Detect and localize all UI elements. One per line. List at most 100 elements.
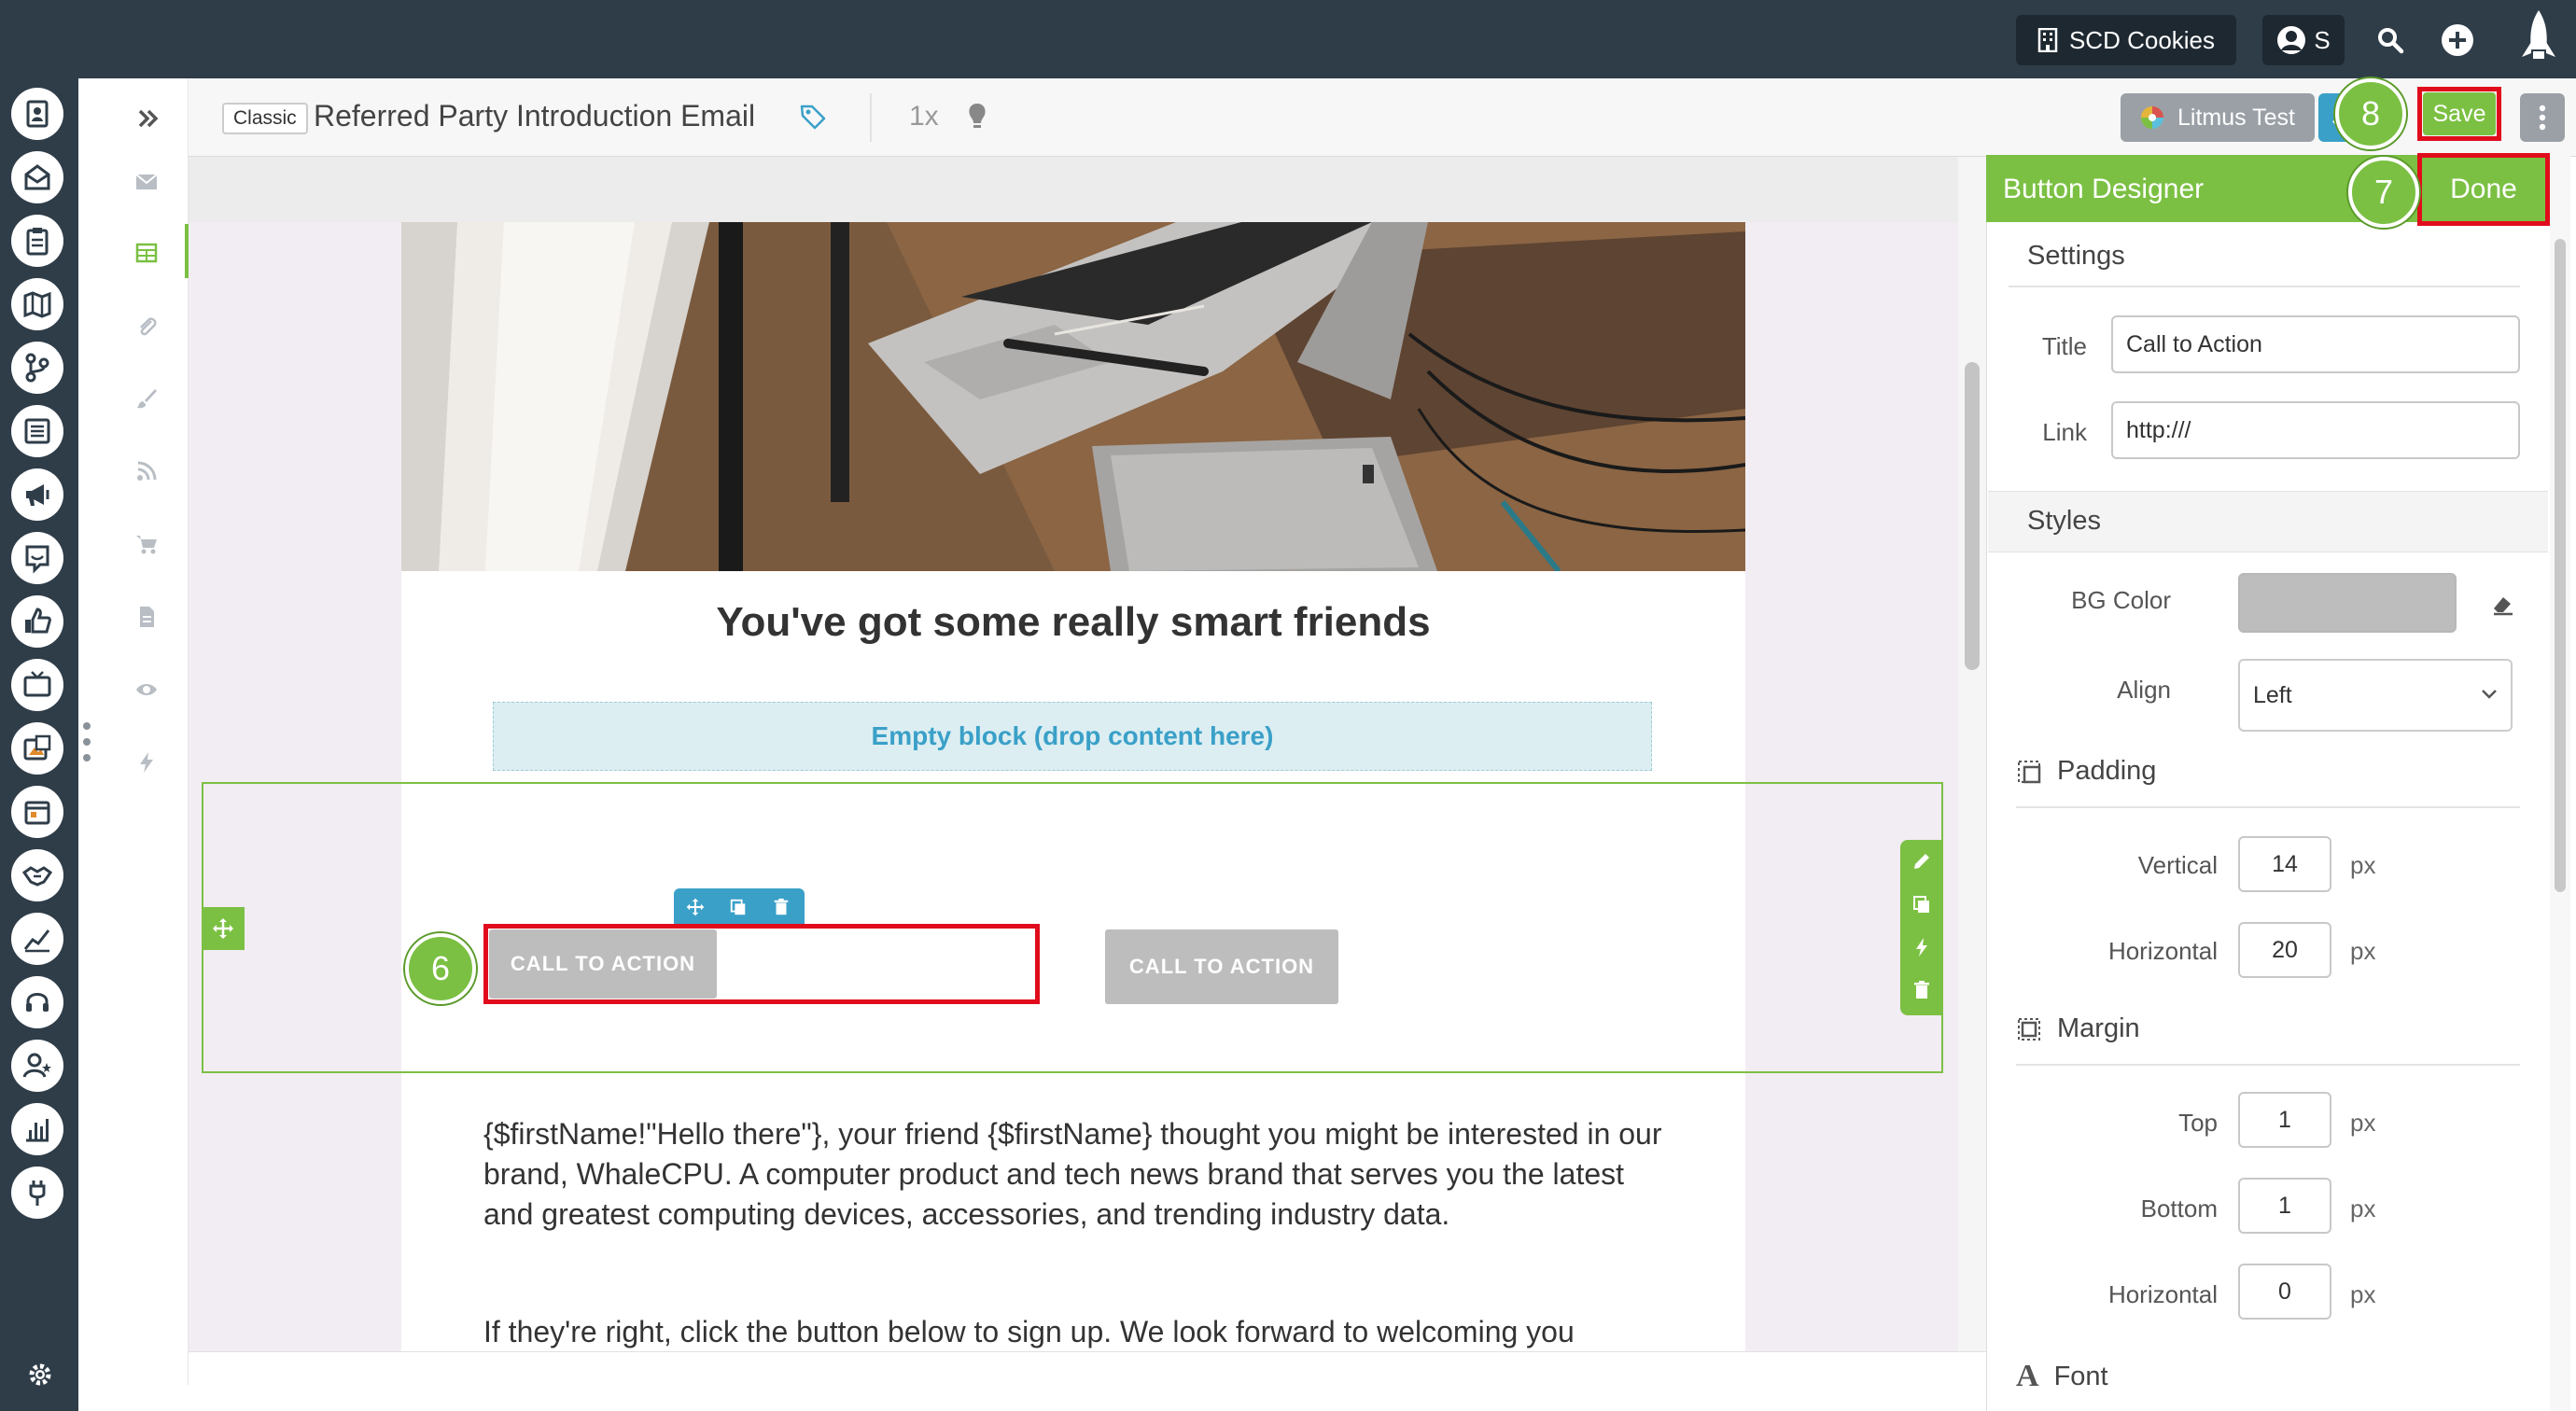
- padding-label: Padding: [2057, 756, 2157, 786]
- rocket-icon[interactable]: [2511, 4, 2567, 73]
- cart-icon[interactable]: [134, 532, 159, 556]
- expand-chevrons-icon[interactable]: [134, 105, 162, 133]
- litmus-test-button[interactable]: Litmus Test: [2121, 93, 2315, 142]
- header-divider: [870, 93, 872, 142]
- lists-nav-icon[interactable]: [11, 405, 63, 457]
- duplicate-icon[interactable]: [1900, 883, 1943, 926]
- chevron-down-icon: [2482, 690, 2497, 699]
- contacts-nav-icon[interactable]: [11, 88, 63, 140]
- social-thumbs-up-icon[interactable]: [11, 595, 63, 648]
- padding-vertical-unit: px: [2350, 851, 2376, 879]
- canvas-scrollbar-track[interactable]: [1958, 157, 1986, 1351]
- block-duplicate-icon[interactable]: [717, 888, 760, 926]
- row-toolbar: [1900, 840, 1943, 1015]
- bg-color-label: BG Color: [2071, 586, 2171, 614]
- building-icon: [2037, 28, 2058, 52]
- link-input[interactable]: http:///: [2111, 401, 2520, 459]
- margin-top-input[interactable]: 1: [2238, 1092, 2331, 1148]
- margin-icon: [2018, 1017, 2040, 1041]
- title-input[interactable]: Call to Action: [2111, 315, 2520, 373]
- forms-nav-icon[interactable]: [11, 215, 63, 267]
- brush-icon[interactable]: [134, 386, 159, 411]
- media-tv-icon[interactable]: [11, 659, 63, 711]
- integrations-plug-icon[interactable]: [11, 1167, 63, 1219]
- eye-icon[interactable]: [134, 678, 159, 702]
- align-select[interactable]: Left: [2238, 659, 2513, 732]
- email-heading[interactable]: You've got some really smart friends: [401, 599, 1745, 646]
- block-delete-icon[interactable]: [760, 888, 803, 926]
- workflow-nav-icon[interactable]: [11, 342, 63, 394]
- padding-vertical-label: Vertical: [2137, 851, 2218, 879]
- chat-nav-icon[interactable]: [11, 532, 63, 584]
- settings-gear-icon[interactable]: [26, 1361, 54, 1389]
- step-8-badge: 8: [2335, 78, 2406, 149]
- delete-trash-icon[interactable]: [1900, 969, 1943, 1012]
- move-arrows-icon: [213, 918, 233, 939]
- selected-row-outline[interactable]: [202, 782, 1943, 1073]
- more-options-button[interactable]: [2520, 93, 2565, 142]
- save-button-label: Save: [2432, 100, 2486, 127]
- search-icon[interactable]: [2367, 17, 2414, 63]
- campaigns-megaphone-icon[interactable]: [11, 468, 63, 521]
- litmus-test-label: Litmus Test: [2177, 104, 2295, 131]
- empty-drop-block[interactable]: Empty block (drop content here): [493, 702, 1652, 771]
- analytics-nav-icon[interactable]: [11, 913, 63, 965]
- tag-icon[interactable]: [799, 103, 827, 131]
- landing-pages-icon[interactable]: [11, 722, 63, 775]
- layout-grid-icon[interactable]: [134, 241, 159, 265]
- block-move-icon[interactable]: [674, 888, 717, 926]
- reports-bar-chart-icon[interactable]: [11, 1103, 63, 1155]
- bg-color-swatch[interactable]: [2238, 573, 2457, 633]
- email-nav-icon[interactable]: [11, 151, 63, 203]
- add-icon[interactable]: [2434, 17, 2481, 63]
- save-button[interactable]: Save: [2423, 92, 2496, 135]
- email-body-paragraph-1[interactable]: {$firstName!"Hello there"}, your friend …: [483, 1114, 1663, 1235]
- hero-laptop-image[interactable]: [401, 222, 1745, 571]
- attachment-icon[interactable]: [134, 314, 159, 338]
- lightning-icon[interactable]: [134, 750, 159, 775]
- user-menu-button[interactable]: S: [2262, 15, 2345, 65]
- calendar-nav-icon[interactable]: [11, 786, 63, 838]
- margin-horizontal-input[interactable]: 0: [2238, 1264, 2331, 1320]
- margin-horizontal-unit: px: [2350, 1280, 2376, 1308]
- margin-label: Margin: [2057, 1013, 2140, 1043]
- styles-heading: Styles: [2027, 506, 2101, 536]
- align-label: Align: [2117, 676, 2171, 704]
- account-switcher-button[interactable]: SCD Cookies: [2016, 15, 2236, 65]
- canvas-scrollbar-thumb[interactable]: [1965, 362, 1980, 670]
- margin-top-unit: px: [2350, 1109, 2376, 1137]
- padding-vertical-input[interactable]: 14: [2238, 836, 2331, 892]
- document-icon[interactable]: [134, 605, 159, 629]
- margin-bottom-unit: px: [2350, 1194, 2376, 1222]
- font-section-heading: A Font: [2016, 1359, 2108, 1394]
- email-body-paragraph-2[interactable]: If they're right, click the button below…: [483, 1312, 1734, 1351]
- email-title[interactable]: Referred Party Introduction Email: [314, 99, 755, 133]
- settings-heading: Settings: [2027, 241, 2125, 271]
- rss-icon[interactable]: [134, 459, 159, 483]
- eraser-icon[interactable]: [2490, 594, 2514, 616]
- support-headset-icon[interactable]: [11, 976, 63, 1028]
- sidebar-resize-handle[interactable]: [80, 719, 93, 765]
- top-bar: SCD Cookies S: [0, 0, 2576, 78]
- map-nav-icon[interactable]: [11, 278, 63, 330]
- user-star-icon[interactable]: [11, 1040, 63, 1092]
- padding-horizontal-input[interactable]: 20: [2238, 922, 2331, 978]
- title-label: Title: [2041, 332, 2087, 360]
- envelope-icon[interactable]: [134, 170, 159, 194]
- done-button[interactable]: Done: [2423, 159, 2544, 220]
- block-toolbar: [674, 888, 805, 926]
- row-move-handle[interactable]: [202, 907, 245, 950]
- lightning-action-icon[interactable]: [1900, 926, 1943, 969]
- margin-section-heading: Margin: [2016, 1013, 2140, 1044]
- handshake-nav-icon[interactable]: [11, 849, 63, 901]
- edit-pencil-icon[interactable]: [1900, 840, 1943, 883]
- lightbulb-icon[interactable]: [965, 101, 989, 133]
- cta-button-left[interactable]: CALL TO ACTION: [489, 929, 717, 999]
- padding-horizontal-label: Horizontal: [2107, 937, 2218, 965]
- margin-bottom-input[interactable]: 1: [2238, 1178, 2331, 1234]
- panel-scrollbar-track[interactable]: [2550, 155, 2570, 1411]
- panel-scrollbar-thumb[interactable]: [2555, 239, 2566, 892]
- zoom-level[interactable]: 1x: [909, 101, 939, 133]
- margin-top-label: Top: [2178, 1109, 2218, 1137]
- cta-button-right[interactable]: CALL TO ACTION: [1105, 929, 1338, 1004]
